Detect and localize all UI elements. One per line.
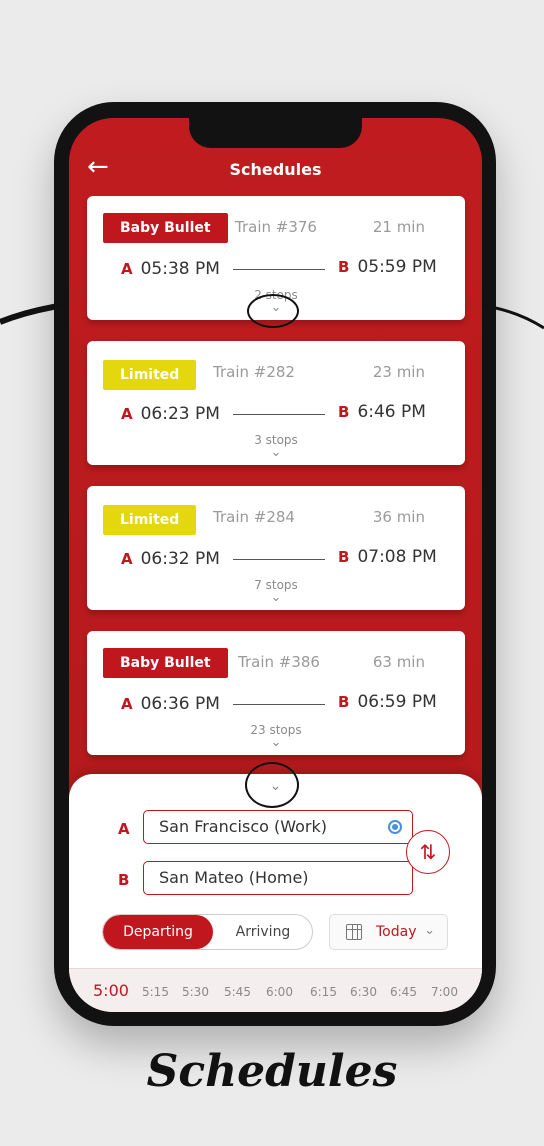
chevron-down-icon: ⌄ (424, 923, 435, 938)
trip-duration: 36 min (372, 508, 425, 526)
time-slot[interactable]: 6:15 (310, 985, 337, 999)
arrival-time: B 6:46 PM (338, 402, 426, 422)
point-a-label: A (121, 695, 133, 713)
point-b-label: B (338, 258, 350, 276)
train-type-badge: Baby Bullet (103, 213, 228, 243)
arrival-value: 05:59 PM (357, 257, 437, 277)
time-slot[interactable]: 7:00 (431, 985, 458, 999)
departure-time: A 06:36 PM (121, 694, 220, 714)
expand-chevron-icon[interactable]: ⌄ (87, 735, 465, 750)
train-list: Baby Bullet Train #376 21 min A 05:38 PM … (87, 196, 465, 776)
arrival-time: B 06:59 PM (338, 692, 437, 712)
time-slot[interactable]: 5:30 (182, 985, 209, 999)
from-station-field[interactable]: San Francisco (Work) (143, 810, 413, 844)
time-slot-selected[interactable]: 5:00 (93, 981, 129, 1000)
trip-duration: 23 min (372, 363, 425, 381)
point-b-label: B (338, 548, 350, 566)
point-a-label: A (121, 405, 133, 423)
departing-tab[interactable]: Departing (103, 915, 213, 949)
time-slot[interactable]: 6:00 (266, 985, 293, 999)
departure-value: 05:38 PM (140, 259, 220, 279)
train-type-badge: Baby Bullet (103, 648, 228, 678)
train-number: Train #282 (213, 363, 295, 381)
train-type-badge: Limited (103, 505, 197, 535)
departure-time: A 06:23 PM (121, 404, 220, 424)
trip-duration: 21 min (372, 218, 425, 236)
footer-title: Schedules (146, 1046, 398, 1097)
arrival-value: 06:59 PM (357, 692, 437, 712)
app-screen: ← Schedules Baby Bullet Train #376 21 mi… (69, 118, 482, 1012)
point-a-label: A (121, 260, 133, 278)
page-title: Schedules (229, 160, 322, 179)
departure-time: A 06:32 PM (121, 549, 220, 569)
point-b-label: B (338, 403, 350, 421)
point-a-label: A (121, 550, 133, 568)
date-label: Today (376, 924, 417, 940)
arrival-value: 07:08 PM (357, 547, 437, 567)
route-selector-panel: ⌄ A San Francisco (Work) B San Mateo (Ho… (69, 774, 482, 1012)
date-picker-button[interactable]: Today ⌄ (329, 914, 448, 950)
train-card[interactable]: Baby Bullet Train #386 63 min A 06:36 PM … (87, 631, 465, 755)
time-slot[interactable]: 5:45 (224, 985, 251, 999)
phone-notch (189, 118, 362, 148)
time-slot[interactable]: 6:30 (350, 985, 377, 999)
from-station-value: San Francisco (Work) (159, 817, 327, 836)
from-label: A (118, 820, 130, 838)
location-radio-icon[interactable] (388, 820, 402, 834)
train-number: Train #386 (238, 653, 320, 671)
arrival-value: 6:46 PM (357, 402, 426, 422)
depart-arrive-toggle: Departing Arriving (102, 914, 313, 950)
time-slot[interactable]: 5:15 (142, 985, 169, 999)
train-type-badge: Limited (103, 360, 197, 390)
expand-chevron-icon[interactable]: ⌄ (87, 590, 465, 605)
departure-value: 06:36 PM (140, 694, 220, 714)
expand-chevron-icon[interactable]: ⌄ (87, 445, 465, 460)
arrival-time: B 05:59 PM (338, 257, 437, 277)
departure-value: 06:32 PM (140, 549, 220, 569)
time-slot[interactable]: 6:45 (390, 985, 417, 999)
route-line (233, 559, 325, 560)
trip-duration: 63 min (372, 653, 425, 671)
time-slider: 5:00 5:15 5:30 5:45 6:00 6:15 6:30 6:45 … (69, 968, 482, 1012)
arrival-time: B 07:08 PM (338, 547, 437, 567)
to-station-field[interactable]: San Mateo (Home) (143, 861, 413, 895)
arriving-tab[interactable]: Arriving (213, 915, 312, 949)
to-label: B (118, 871, 130, 889)
top-bar: ← Schedules (69, 148, 482, 192)
departure-time: A 05:38 PM (121, 259, 220, 279)
route-line (233, 269, 325, 270)
annotation-circle (245, 762, 299, 808)
train-card[interactable]: Limited Train #284 36 min A 06:32 PM B 07:… (87, 486, 465, 610)
annotation-circle (247, 294, 299, 328)
train-number: Train #284 (213, 508, 295, 526)
swap-stations-button[interactable]: ⇅ (406, 830, 450, 874)
to-station-value: San Mateo (Home) (159, 868, 309, 887)
route-line (233, 414, 325, 415)
calendar-icon (346, 924, 362, 940)
point-b-label: B (338, 693, 350, 711)
train-number: Train #376 (235, 218, 317, 236)
departure-value: 06:23 PM (140, 404, 220, 424)
route-line (233, 704, 325, 705)
train-card[interactable]: Limited Train #282 23 min A 06:23 PM B 6:4… (87, 341, 465, 465)
